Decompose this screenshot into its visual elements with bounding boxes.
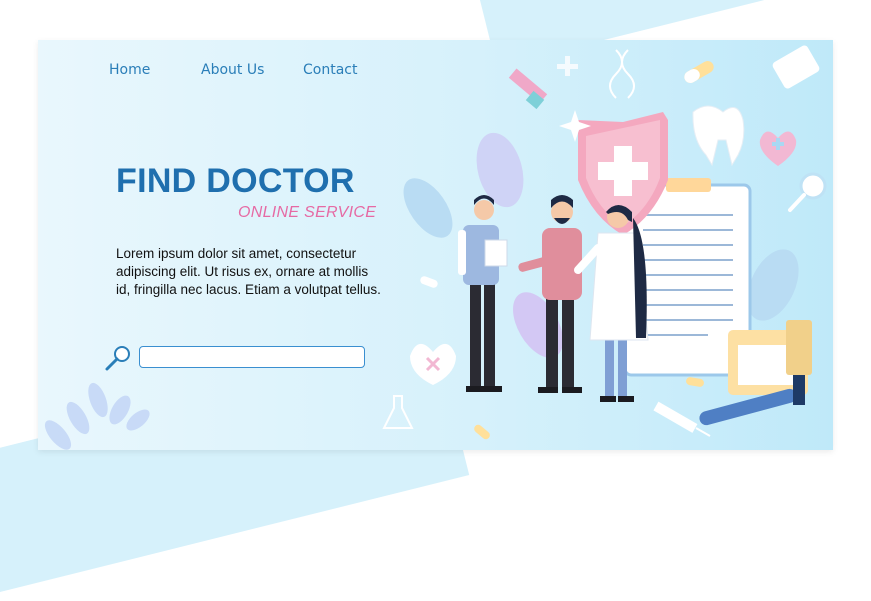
- landing-card: Home About Us Contact FIND DOCTOR ONLINE…: [38, 40, 833, 450]
- flask-icon: [382, 395, 414, 429]
- doctor-illustration: [44, 45, 827, 450]
- toothpaste-icon: [508, 68, 548, 110]
- heart-icon: [759, 131, 797, 166]
- plus-decoration: [557, 56, 578, 76]
- blister-pack-icon: [772, 45, 820, 89]
- magnifier-tooth-icon: [788, 172, 827, 212]
- pill-icon: [684, 61, 714, 83]
- patient-man-left: [458, 195, 508, 392]
- leaf-decoration-left: [44, 382, 150, 450]
- heart-bubble-icon: [410, 343, 456, 385]
- dna-icon: [609, 49, 635, 99]
- tooth-icon: [692, 105, 745, 167]
